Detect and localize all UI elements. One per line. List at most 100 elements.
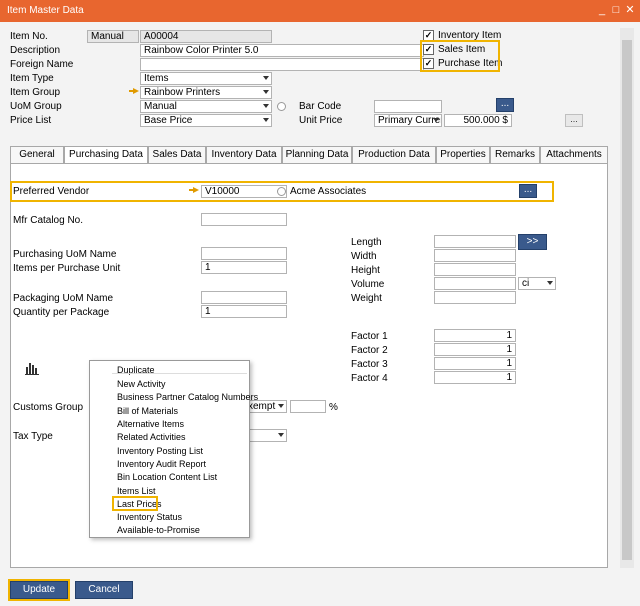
- chevron-down-icon: [433, 118, 439, 122]
- qty-per-package-field[interactable]: 1: [201, 305, 287, 318]
- factor-4-field[interactable]: 1: [434, 371, 516, 384]
- chevron-down-icon: [263, 90, 269, 94]
- menu-item-bill-of-materials[interactable]: Bill of Materials: [117, 406, 178, 416]
- length-label: Length: [351, 237, 382, 248]
- info-icon[interactable]: [277, 187, 286, 196]
- menu-separator: [112, 373, 247, 374]
- bar-code-label: Bar Code: [299, 101, 342, 112]
- price-list-select[interactable]: Base Price: [140, 114, 272, 127]
- info-icon[interactable]: [277, 102, 286, 111]
- tab-sales-data[interactable]: Sales Data: [148, 146, 206, 164]
- bar-code-field[interactable]: [374, 100, 442, 113]
- maximize-icon[interactable]: □: [609, 3, 623, 17]
- tab-properties[interactable]: Properties: [436, 146, 490, 164]
- factor-3-field[interactable]: 1: [434, 357, 516, 370]
- item-no-label: Item No.: [10, 31, 48, 42]
- tab-remarks[interactable]: Remarks: [490, 146, 540, 164]
- cancel-button[interactable]: Cancel: [75, 581, 133, 599]
- menu-item-inventory-status[interactable]: Inventory Status: [117, 512, 182, 522]
- volume-label: Volume: [351, 279, 385, 290]
- volume-unit-value: ci: [522, 278, 530, 289]
- item-type-label: Item Type: [10, 73, 54, 84]
- tax-type-select[interactable]: [245, 429, 287, 442]
- chevron-down-icon: [278, 433, 284, 437]
- menu-item-bp-catalog-numbers[interactable]: Business Partner Catalog Numbers: [117, 392, 258, 402]
- menu-item-alternative-items[interactable]: Alternative Items: [117, 419, 184, 429]
- bar-code-ellipsis-button[interactable]: ...: [496, 98, 514, 112]
- purchasing-uom-field[interactable]: [201, 247, 287, 260]
- unit-price-type-select[interactable]: Primary Currer: [374, 114, 442, 127]
- purchasing-uom-label: Purchasing UoM Name: [13, 249, 117, 260]
- update-button[interactable]: Update: [10, 581, 68, 599]
- bar-chart-icon[interactable]: [25, 361, 39, 375]
- item-group-select[interactable]: Rainbow Printers: [140, 86, 272, 99]
- factor-4-label: Factor 4: [351, 373, 388, 384]
- customs-percent-field[interactable]: [290, 400, 326, 413]
- close-icon[interactable]: ✕: [623, 3, 637, 17]
- last-prices-highlight: [112, 496, 158, 511]
- tab-production-data[interactable]: Production Data: [352, 146, 436, 164]
- preferred-vendor-ellipsis-button[interactable]: ...: [519, 184, 537, 198]
- volume-unit-select[interactable]: ci: [518, 277, 556, 290]
- chevron-down-icon: [263, 118, 269, 122]
- width-label: Width: [351, 251, 377, 262]
- item-group-value: Rainbow Printers: [144, 87, 221, 98]
- items-per-purchase-unit-label: Items per Purchase Unit: [13, 263, 121, 274]
- description-field[interactable]: Rainbow Color Printer 5.0: [140, 44, 424, 57]
- menu-item-new-activity[interactable]: New Activity: [117, 379, 166, 389]
- vertical-scrollbar[interactable]: [620, 28, 634, 568]
- preferred-vendor-label: Preferred Vendor: [13, 186, 90, 197]
- packaging-uom-field[interactable]: [201, 291, 287, 304]
- item-no-field[interactable]: A00004: [140, 30, 272, 43]
- factor-2-label: Factor 2: [351, 345, 388, 356]
- factor-1-label: Factor 1: [351, 331, 388, 342]
- item-type-select[interactable]: Items: [140, 72, 272, 85]
- link-arrow-icon[interactable]: [189, 187, 199, 193]
- context-menu: Duplicate New Activity Business Partner …: [89, 360, 258, 538]
- menu-item-inventory-posting-list[interactable]: Inventory Posting List: [117, 446, 203, 456]
- minimize-icon[interactable]: _: [595, 3, 609, 17]
- chevron-down-icon: [547, 281, 553, 285]
- menu-item-related-activities[interactable]: Related Activities: [117, 432, 186, 442]
- unit-price-label: Unit Price: [299, 115, 343, 126]
- uom-group-value: Manual: [144, 101, 177, 112]
- unit-price-field[interactable]: 500.000 $: [444, 114, 512, 127]
- unit-price-ellipsis-button[interactable]: ...: [565, 114, 583, 127]
- description-label: Description: [10, 45, 61, 56]
- foreign-name-field[interactable]: [140, 58, 424, 71]
- tab-inventory-data[interactable]: Inventory Data: [206, 146, 282, 164]
- menu-item-items-list[interactable]: Items List: [117, 486, 156, 496]
- price-list-label: Price List: [10, 115, 52, 126]
- menu-item-inventory-audit-report[interactable]: Inventory Audit Report: [117, 459, 206, 469]
- mfr-catalog-field[interactable]: [201, 213, 287, 226]
- width-field[interactable]: [434, 249, 516, 262]
- tab-general[interactable]: General: [10, 146, 64, 164]
- customs-group-value: xempt: [248, 401, 276, 412]
- chevron-down-icon: [278, 404, 284, 408]
- scrollbar-thumb[interactable]: [622, 40, 632, 560]
- uom-group-label: UoM Group: [10, 101, 62, 112]
- factor-1-field[interactable]: 1: [434, 329, 516, 342]
- dimensions-expand-button[interactable]: >>: [518, 234, 547, 250]
- tab-attachments[interactable]: Attachments: [540, 146, 608, 164]
- weight-field[interactable]: [434, 291, 516, 304]
- chevron-down-icon: [263, 104, 269, 108]
- length-field[interactable]: [434, 235, 516, 248]
- packaging-uom-label: Packaging UoM Name: [13, 293, 114, 304]
- preferred-vendor-code-field[interactable]: V10000: [201, 185, 287, 198]
- factor-2-field[interactable]: 1: [434, 343, 516, 356]
- volume-field[interactable]: [434, 277, 516, 290]
- percent-sign: %: [329, 402, 338, 413]
- uom-group-select[interactable]: Manual: [140, 100, 272, 113]
- title-bar: Item Master Data _ □ ✕: [0, 0, 640, 22]
- weight-label: Weight: [351, 293, 382, 304]
- items-per-purchase-unit-field[interactable]: 1: [201, 261, 287, 274]
- item-no-series[interactable]: Manual: [87, 30, 139, 43]
- link-arrow-icon[interactable]: [129, 88, 139, 94]
- menu-item-bin-location-content-list[interactable]: Bin Location Content List: [117, 472, 217, 482]
- customs-group-label: Customs Group: [13, 402, 84, 413]
- height-field[interactable]: [434, 263, 516, 276]
- tab-planning-data[interactable]: Planning Data: [282, 146, 352, 164]
- factor-3-label: Factor 3: [351, 359, 388, 370]
- menu-item-available-to-promise[interactable]: Available-to-Promise: [117, 525, 200, 535]
